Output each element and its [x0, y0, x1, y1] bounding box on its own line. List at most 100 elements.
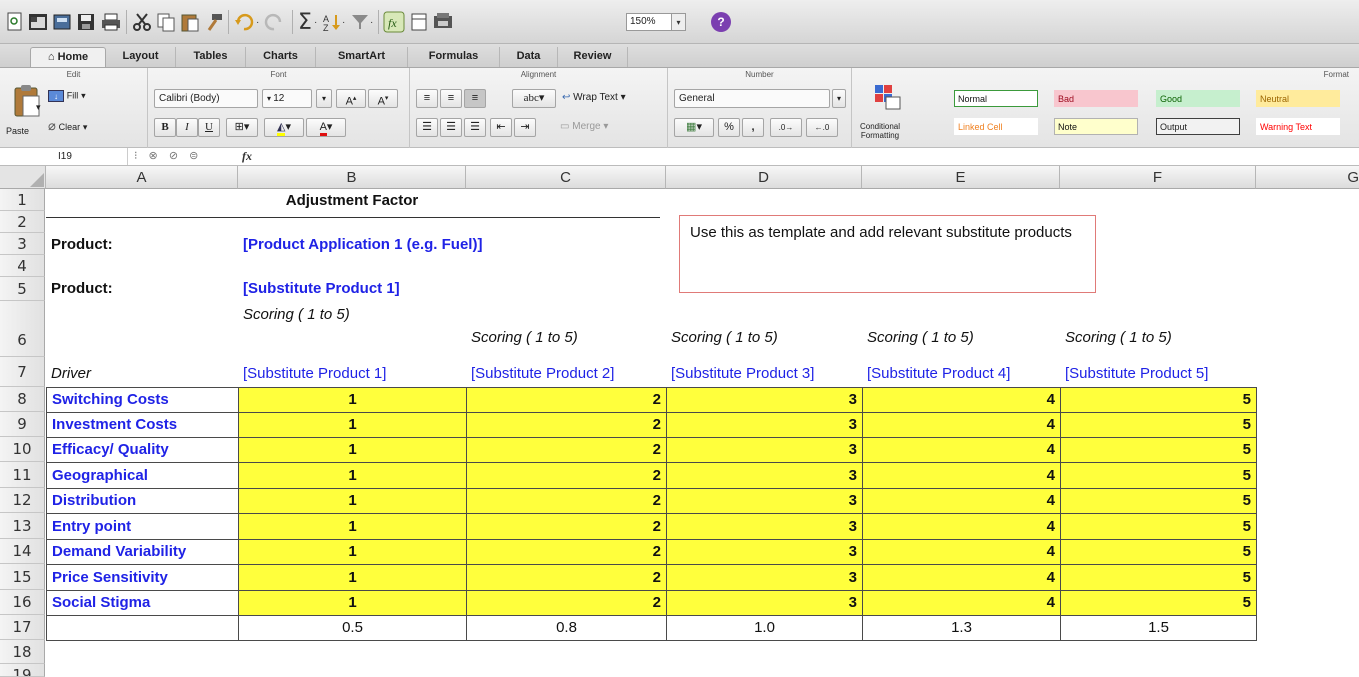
- insert-function-icon[interactable]: fx: [242, 149, 252, 164]
- score-cell[interactable]: 4: [862, 590, 1061, 616]
- score-cell[interactable]: 4: [862, 539, 1061, 565]
- score-cell[interactable]: 1: [238, 462, 467, 489]
- bold-button[interactable]: B: [154, 118, 176, 137]
- tab-tables[interactable]: Tables: [176, 47, 246, 67]
- scoring-header-2[interactable]: Scoring ( 1 to 5): [466, 329, 666, 346]
- help-icon[interactable]: ?: [711, 12, 731, 32]
- row-header-12[interactable]: 12: [0, 488, 45, 513]
- driver-label[interactable]: Social Stigma: [46, 590, 239, 616]
- score-cell[interactable]: 2: [466, 590, 667, 616]
- tab-charts[interactable]: Charts: [246, 47, 316, 67]
- factor-cell-3[interactable]: 1.0: [666, 615, 863, 641]
- factor-cell-5[interactable]: 1.5: [1060, 615, 1257, 641]
- row-header-13[interactable]: 13: [0, 513, 45, 539]
- product-label[interactable]: Product:: [46, 236, 238, 253]
- tab-layout[interactable]: Layout: [106, 47, 176, 67]
- filter-dropdown-icon[interactable]: ·: [370, 8, 373, 36]
- autosum-dropdown-icon[interactable]: ·: [314, 8, 317, 36]
- score-cell[interactable]: 4: [862, 488, 1061, 514]
- score-cell[interactable]: 5: [1060, 412, 1257, 438]
- tab-smartart[interactable]: SmartArt: [316, 47, 408, 67]
- column-header-c[interactable]: C: [466, 166, 666, 189]
- grow-font-button[interactable]: A▴: [336, 89, 366, 108]
- open-icon[interactable]: [52, 8, 72, 36]
- substitute-header-3[interactable]: [Substitute Product 3]: [666, 365, 862, 382]
- scoring-header-4[interactable]: Scoring ( 1 to 5): [862, 329, 1060, 346]
- driver-label[interactable]: Price Sensitivity: [46, 564, 239, 591]
- score-cell[interactable]: 3: [666, 513, 863, 540]
- number-format-select[interactable]: General: [674, 89, 830, 108]
- percent-button[interactable]: %: [718, 118, 740, 137]
- score-cell[interactable]: 1: [238, 513, 467, 540]
- row-header-7[interactable]: 7: [0, 357, 45, 387]
- align-left-button[interactable]: ☰: [416, 118, 438, 137]
- row-header-8[interactable]: 8: [0, 387, 45, 412]
- score-cell[interactable]: 3: [666, 412, 863, 438]
- factor-cell-1[interactable]: 0.5: [238, 615, 467, 641]
- row-header-5[interactable]: 5: [0, 277, 45, 301]
- score-cell[interactable]: 3: [666, 564, 863, 591]
- merge-button[interactable]: ▭ Merge ▾: [560, 121, 608, 132]
- toolbox-icon[interactable]: [409, 8, 429, 36]
- score-cell[interactable]: 1: [238, 539, 467, 565]
- score-cell[interactable]: 3: [666, 437, 863, 463]
- fill-color-button[interactable]: ◭▾: [264, 118, 304, 137]
- number-format-dropdown-icon[interactable]: ▾: [832, 89, 846, 108]
- score-cell[interactable]: 5: [1060, 564, 1257, 591]
- style-output[interactable]: Output: [1156, 118, 1240, 135]
- style-good[interactable]: Good: [1156, 90, 1240, 107]
- borders-button[interactable]: ⊞▾: [226, 118, 258, 137]
- style-normal[interactable]: Normal: [954, 90, 1038, 107]
- decrease-decimal-button[interactable]: ←.0: [806, 118, 838, 137]
- save-icon[interactable]: [76, 8, 96, 36]
- filter-icon[interactable]: [350, 8, 370, 36]
- tab-home[interactable]: ⌂ Home: [30, 47, 106, 67]
- score-cell[interactable]: 2: [466, 513, 667, 540]
- select-all-corner[interactable]: [0, 166, 46, 189]
- substitute-header-1[interactable]: [Substitute Product 1]: [238, 365, 466, 382]
- new-workbook-icon[interactable]: [6, 8, 24, 36]
- column-header-g[interactable]: G: [1256, 166, 1359, 189]
- substitute-product-value[interactable]: [Substitute Product 1]: [238, 280, 466, 297]
- style-note[interactable]: Note: [1054, 118, 1138, 135]
- score-cell[interactable]: 5: [1060, 513, 1257, 540]
- score-cell[interactable]: 4: [862, 462, 1061, 489]
- driver-label[interactable]: Demand Variability: [46, 539, 239, 565]
- paste-dropdown-icon[interactable]: ▾: [36, 102, 41, 113]
- column-header-d[interactable]: D: [666, 166, 862, 189]
- accounting-button[interactable]: ▦▾: [674, 118, 714, 137]
- column-header-a[interactable]: A: [46, 166, 238, 189]
- score-cell[interactable]: 5: [1060, 488, 1257, 514]
- row-header-1[interactable]: 1: [0, 189, 45, 211]
- sort-icon[interactable]: AZ: [322, 8, 342, 36]
- driver-label[interactable]: Distribution: [46, 488, 239, 514]
- substitute-header-4[interactable]: [Substitute Product 4]: [862, 365, 1060, 382]
- font-name-select[interactable]: Calibri (Body): [154, 89, 258, 108]
- zoom-select[interactable]: 150%: [626, 13, 672, 31]
- score-cell[interactable]: 2: [466, 437, 667, 463]
- sort-dropdown-icon[interactable]: ·: [342, 8, 345, 36]
- row-header-14[interactable]: 14: [0, 539, 45, 564]
- score-cell[interactable]: 4: [862, 412, 1061, 438]
- score-cell[interactable]: 5: [1060, 437, 1257, 463]
- driver-label[interactable]: Geographical: [46, 462, 239, 489]
- row-header-6[interactable]: 6: [0, 301, 45, 357]
- tab-formulas[interactable]: Formulas: [408, 47, 500, 67]
- score-cell[interactable]: 5: [1060, 590, 1257, 616]
- column-header-f[interactable]: F: [1060, 166, 1256, 189]
- media-browser-icon[interactable]: [432, 8, 454, 36]
- function-wizard-icon[interactable]: fx: [383, 8, 405, 36]
- score-cell[interactable]: 1: [238, 564, 467, 591]
- factor-label-cell[interactable]: [46, 615, 239, 641]
- shrink-font-button[interactable]: A▾: [368, 89, 398, 108]
- column-header-b[interactable]: B: [238, 166, 466, 189]
- score-cell[interactable]: 5: [1060, 387, 1257, 413]
- clear-button[interactable]: ⌀ Clear ▾: [48, 118, 87, 134]
- row-header-15[interactable]: 15: [0, 564, 45, 590]
- redo-icon[interactable]: [264, 8, 284, 36]
- decrease-indent-button[interactable]: ⇤: [490, 118, 512, 137]
- driver-label[interactable]: Efficacy/ Quality: [46, 437, 239, 463]
- copy-icon[interactable]: [156, 8, 176, 36]
- font-color-button[interactable]: A▾: [306, 118, 346, 137]
- template-note[interactable]: Use this as template and add relevant su…: [679, 215, 1096, 293]
